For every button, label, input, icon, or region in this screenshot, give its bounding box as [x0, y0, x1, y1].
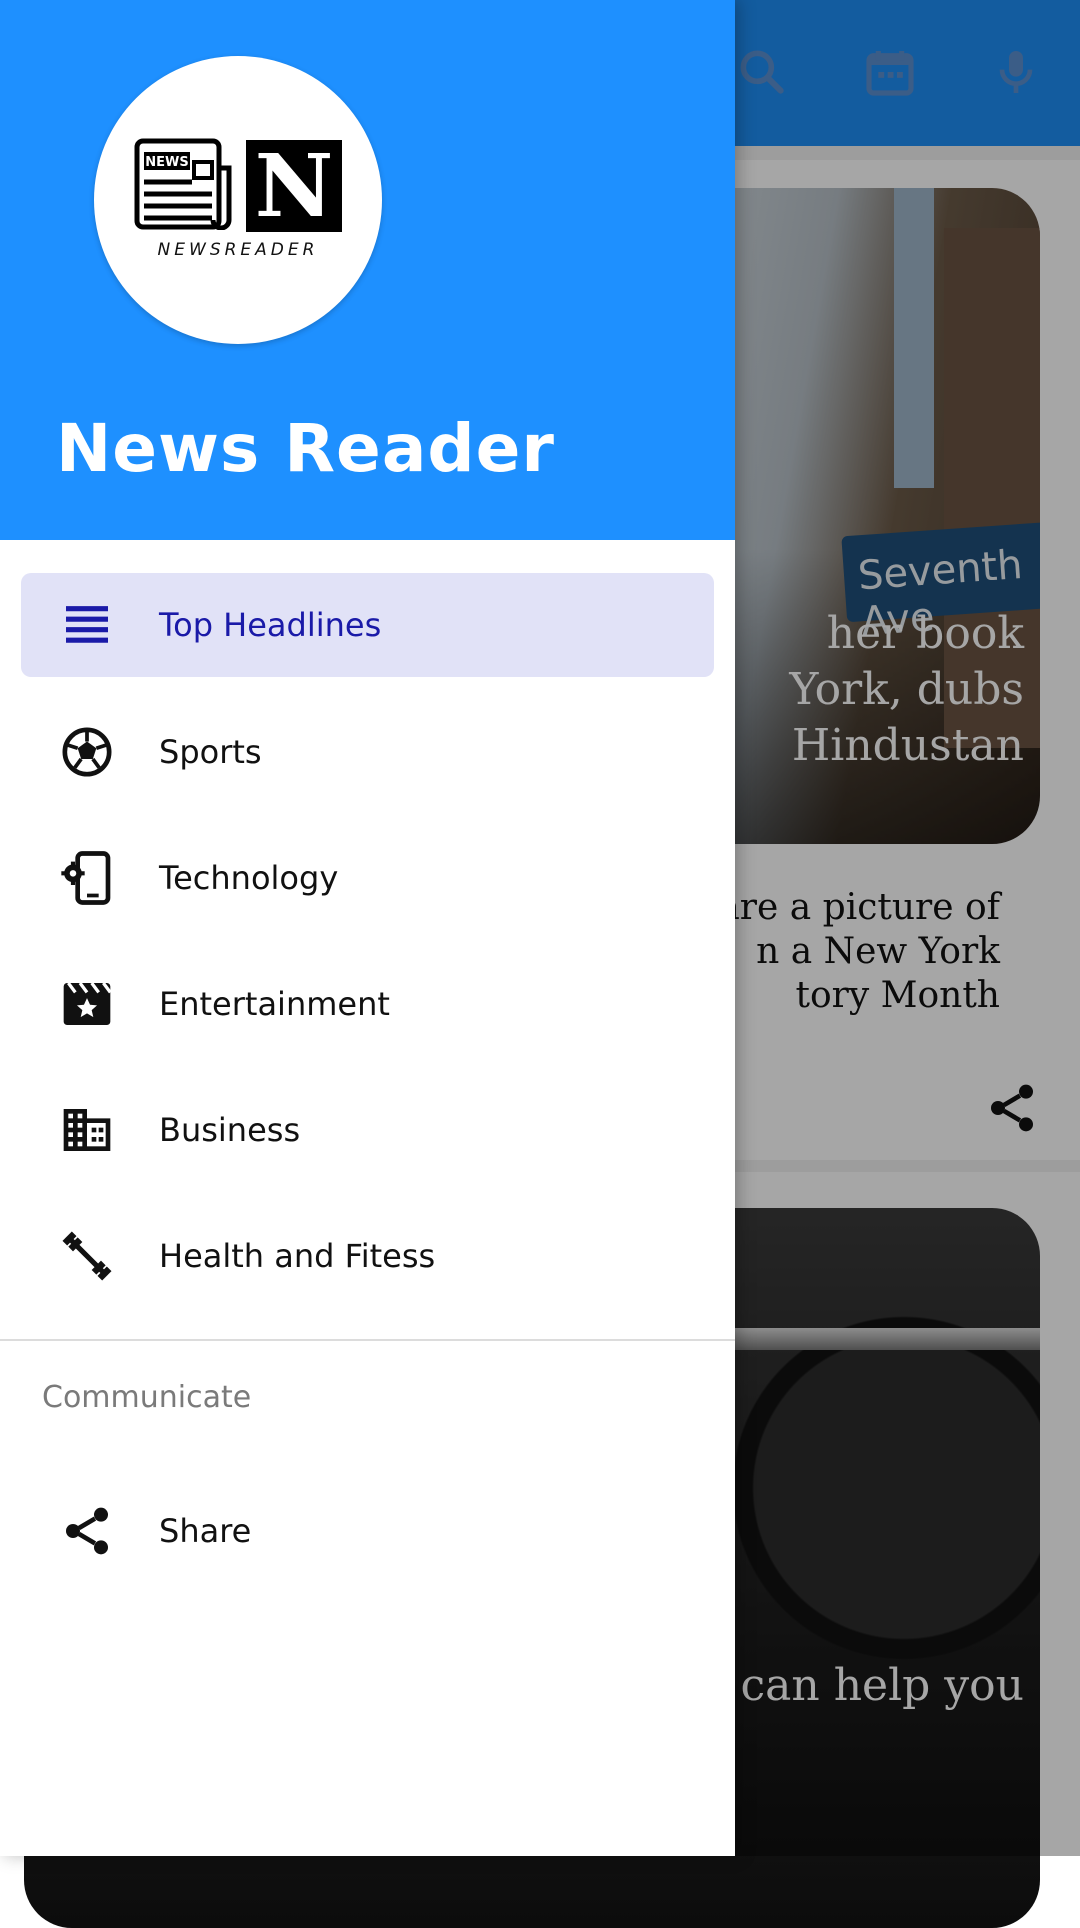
navigation-drawer: NEWS N NEWSREADER News Reader Top Headli… — [0, 0, 735, 1856]
drawer-item-label: Technology — [159, 859, 339, 897]
drawer-divider — [0, 1339, 735, 1341]
drawer-item-label: Entertainment — [159, 985, 390, 1023]
movie-clapper-icon — [59, 976, 115, 1032]
drawer-item-label: Top Headlines — [159, 606, 382, 644]
drawer-item-health[interactable]: Health and Fitess — [21, 1204, 714, 1308]
dumbbell-icon — [59, 1228, 115, 1284]
soccer-ball-icon — [59, 724, 115, 780]
drawer-item-label: Health and Fitess — [159, 1237, 436, 1275]
newspaper-icon: NEWS — [134, 138, 234, 231]
logo-caption: NEWSREADER — [157, 240, 319, 260]
drawer-item-label: Share — [159, 1512, 252, 1550]
logo-badge-text: NEWS — [145, 155, 188, 170]
drawer-item-sports[interactable]: Sports — [21, 700, 714, 804]
drawer-item-label: Business — [159, 1111, 301, 1149]
list-icon — [59, 597, 115, 653]
drawer-item-technology[interactable]: Technology — [21, 826, 714, 930]
drawer-item-top-headlines[interactable]: Top Headlines — [21, 573, 714, 677]
section-title-communicate: Communicate — [42, 1380, 252, 1415]
phone-settings-icon — [59, 850, 115, 906]
drawer-item-business[interactable]: Business — [21, 1078, 714, 1182]
building-icon — [59, 1102, 115, 1158]
app-logo: NEWS N NEWSREADER — [94, 56, 382, 344]
drawer-item-entertainment[interactable]: Entertainment — [21, 952, 714, 1056]
drawer-header: NEWS N NEWSREADER News Reader — [0, 0, 735, 540]
drawer-title: News Reader — [56, 410, 555, 487]
drawer-item-share[interactable]: Share — [21, 1479, 714, 1583]
logo-letter: N — [246, 140, 342, 234]
share-icon — [59, 1503, 115, 1559]
drawer-item-label: Sports — [159, 733, 262, 771]
